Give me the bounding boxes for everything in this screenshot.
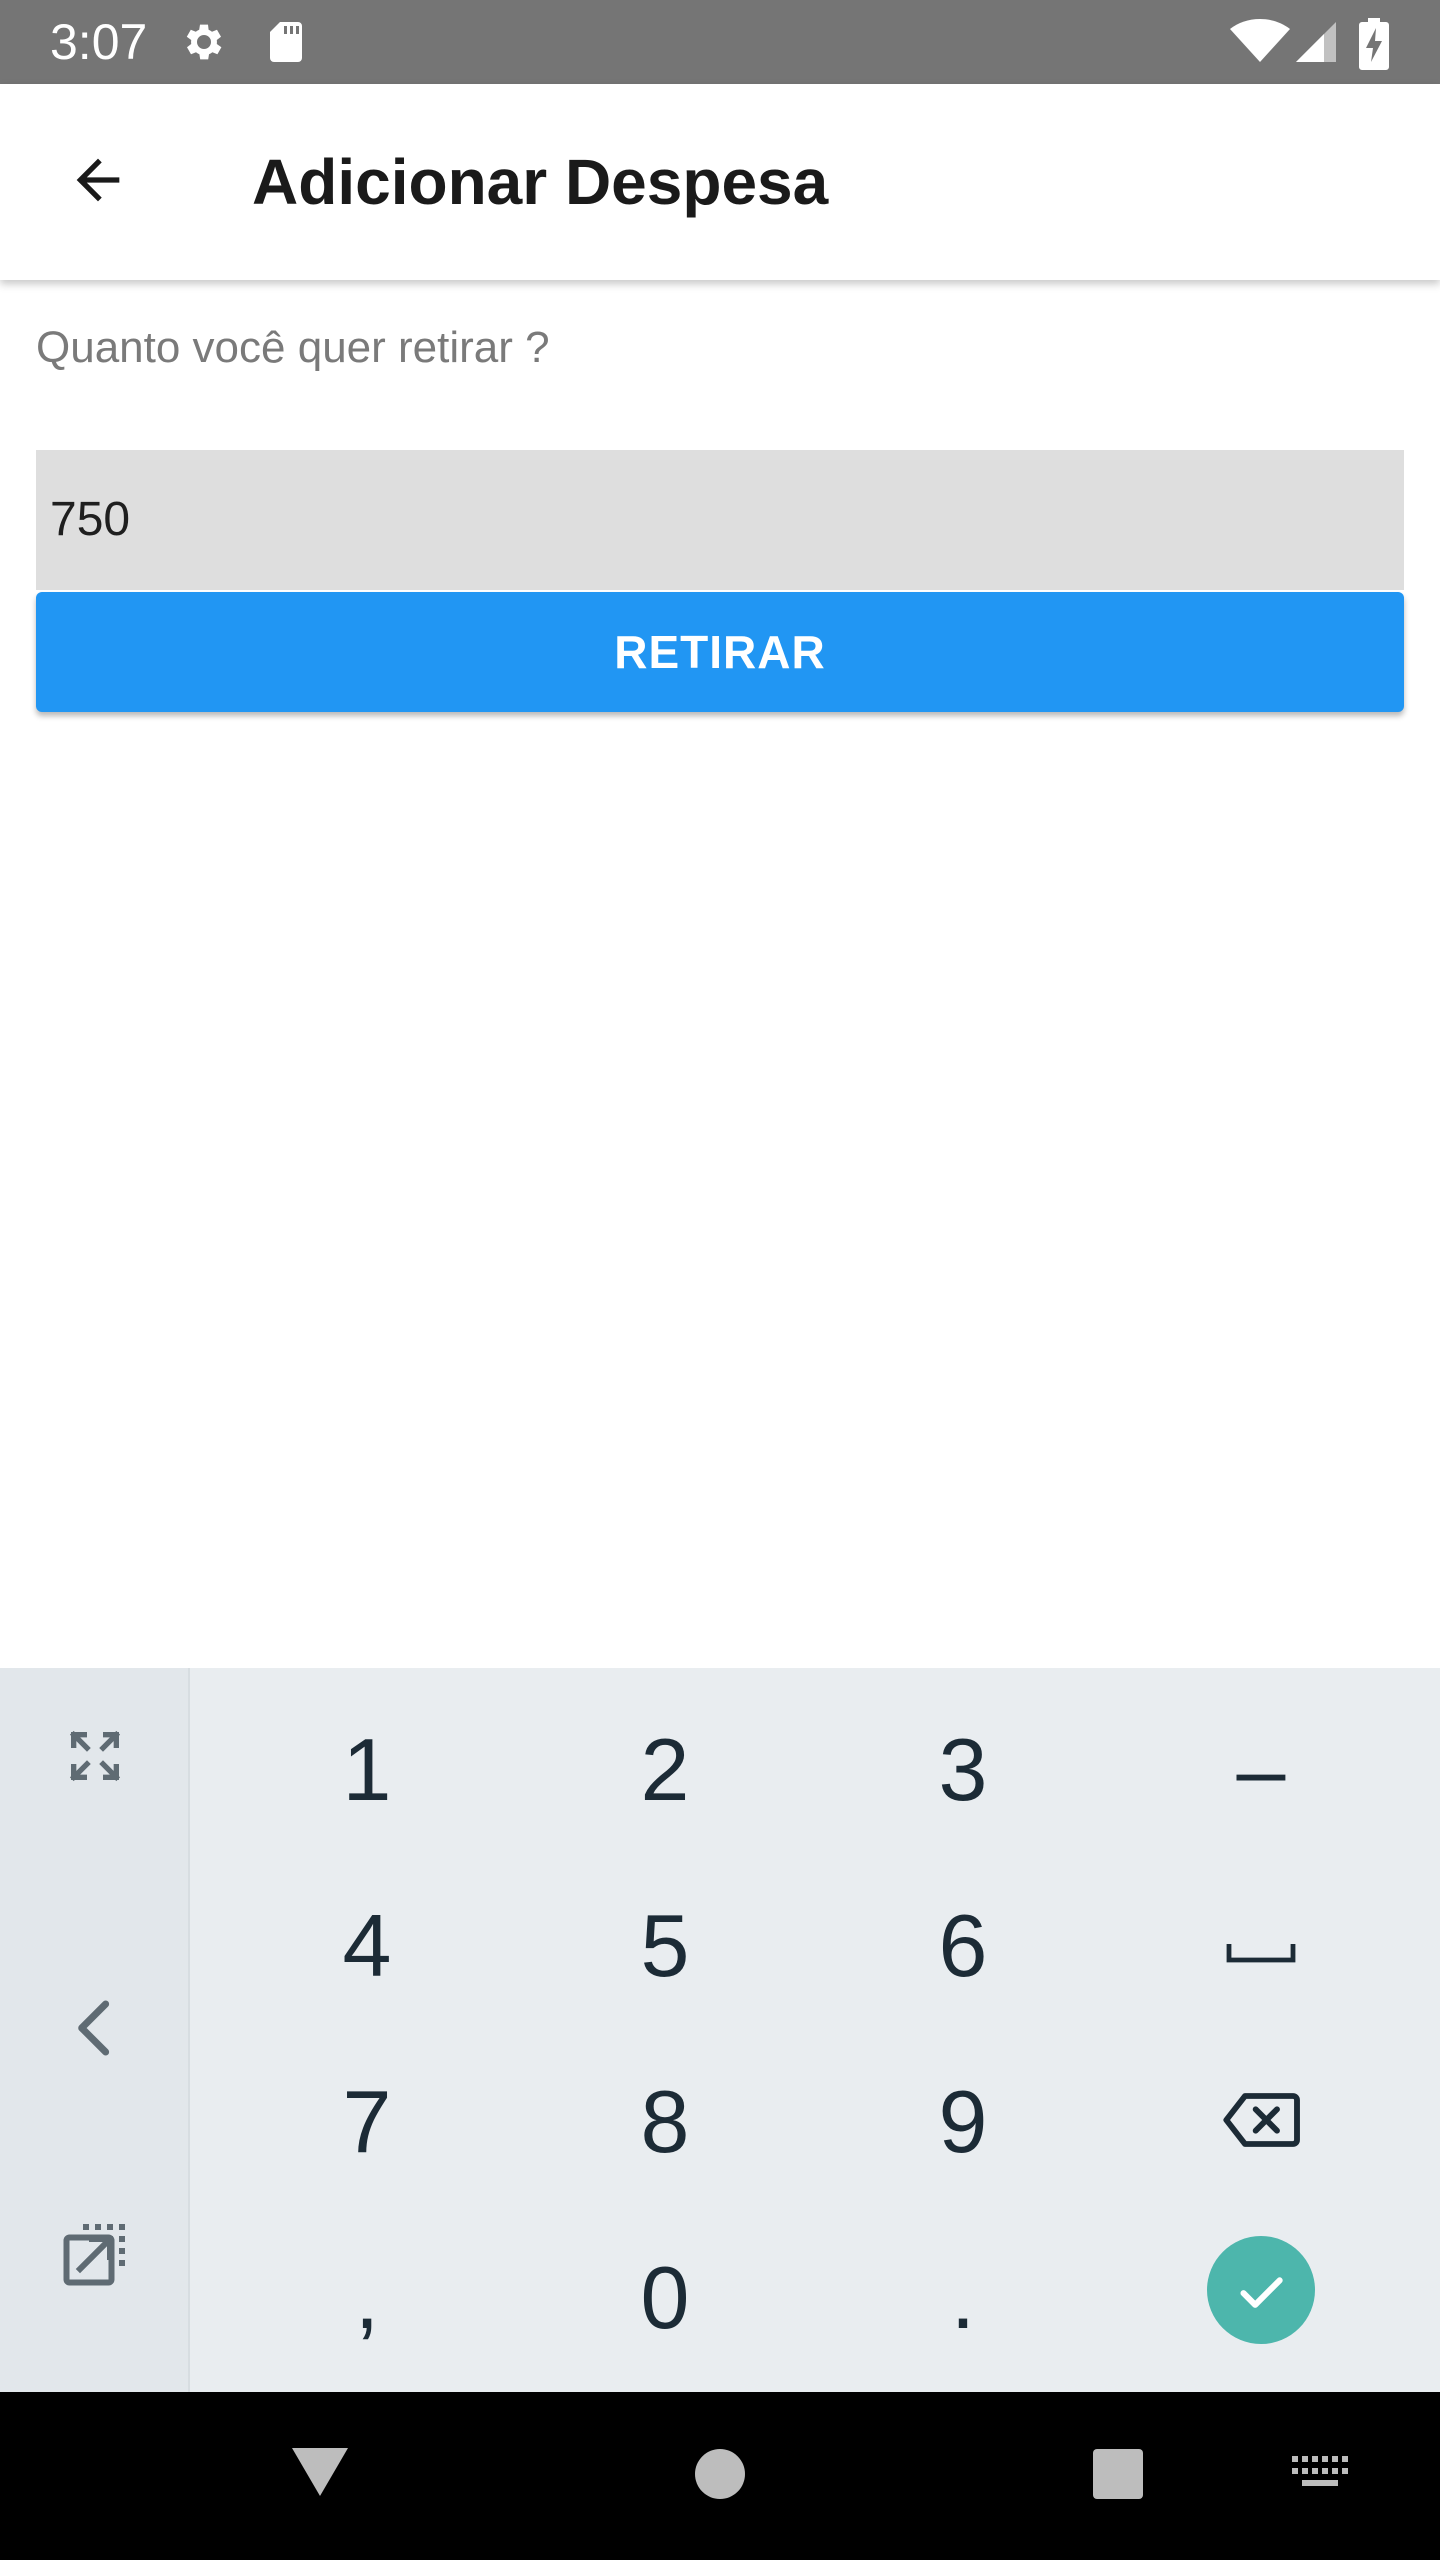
key-backspace[interactable] <box>1112 2034 1410 2210</box>
nav-recents-button[interactable] <box>1068 2426 1168 2526</box>
status-time: 3:07 <box>50 14 148 70</box>
numeric-keyboard: 1 2 3 – 4 5 6 7 8 9 , 0 . <box>0 1668 1440 2392</box>
recents-square-icon <box>1092 2448 1144 2505</box>
keyboard-side-panel <box>0 1668 190 2392</box>
key-period[interactable]: . <box>814 2210 1112 2386</box>
key-4[interactable]: 4 <box>218 1858 516 2034</box>
key-comma[interactable]: , <box>218 2210 516 2386</box>
key-minus[interactable]: – <box>1112 1682 1410 1858</box>
keyboard-switch-icon <box>1292 2455 1348 2497</box>
key-enter[interactable] <box>1112 2202 1410 2378</box>
key-1[interactable]: 1 <box>218 1682 516 1858</box>
key-0[interactable]: 0 <box>516 2210 814 2386</box>
fullscreen-icon <box>63 1724 127 1793</box>
page-title: Adicionar Despesa <box>252 146 829 218</box>
backspace-icon <box>1221 2071 1301 2173</box>
key-2[interactable]: 2 <box>516 1682 814 1858</box>
key-6[interactable]: 6 <box>814 1858 1112 2034</box>
key-space[interactable] <box>1112 1858 1410 2034</box>
key-5[interactable]: 5 <box>516 1858 814 2034</box>
external-edit-key[interactable] <box>0 2166 190 2346</box>
amount-prompt-label: Quanto você quer retirar ? <box>36 323 550 372</box>
home-circle-icon <box>694 2448 746 2505</box>
screen: 3:07 Adicionar Despesa Quanto você quer … <box>0 0 1440 2560</box>
check-icon <box>1233 2239 1289 2341</box>
arrow-back-icon <box>66 148 130 217</box>
cursor-left-key[interactable] <box>0 1940 190 2120</box>
app-bar: Adicionar Despesa <box>0 84 1440 280</box>
key-8[interactable]: 8 <box>516 2034 814 2210</box>
external-edit-icon <box>59 2218 131 2295</box>
nav-back-button[interactable] <box>270 2426 370 2526</box>
fullscreen-key[interactable] <box>0 1668 190 1848</box>
withdraw-button[interactable]: RETIRAR <box>36 592 1404 712</box>
status-bar: 3:07 <box>0 0 1440 84</box>
key-3[interactable]: 3 <box>814 1682 1112 1858</box>
space-icon <box>1225 1895 1297 1997</box>
nav-keyboard-switch-button[interactable] <box>1270 2426 1370 2526</box>
gear-icon <box>180 18 228 66</box>
navigation-bar <box>0 2392 1440 2560</box>
chevron-left-icon <box>67 1996 123 2065</box>
back-button[interactable] <box>50 134 146 230</box>
nav-home-button[interactable] <box>670 2426 770 2526</box>
key-7[interactable]: 7 <box>218 2034 516 2210</box>
signal-icon <box>1292 18 1340 66</box>
sd-card-icon <box>262 18 310 66</box>
battery-charging-icon <box>1354 18 1394 70</box>
amount-input[interactable] <box>36 450 1404 590</box>
back-triangle-icon <box>288 2444 352 2509</box>
key-9[interactable]: 9 <box>814 2034 1112 2210</box>
wifi-icon <box>1228 18 1292 66</box>
enter-button-circle <box>1207 2236 1315 2344</box>
